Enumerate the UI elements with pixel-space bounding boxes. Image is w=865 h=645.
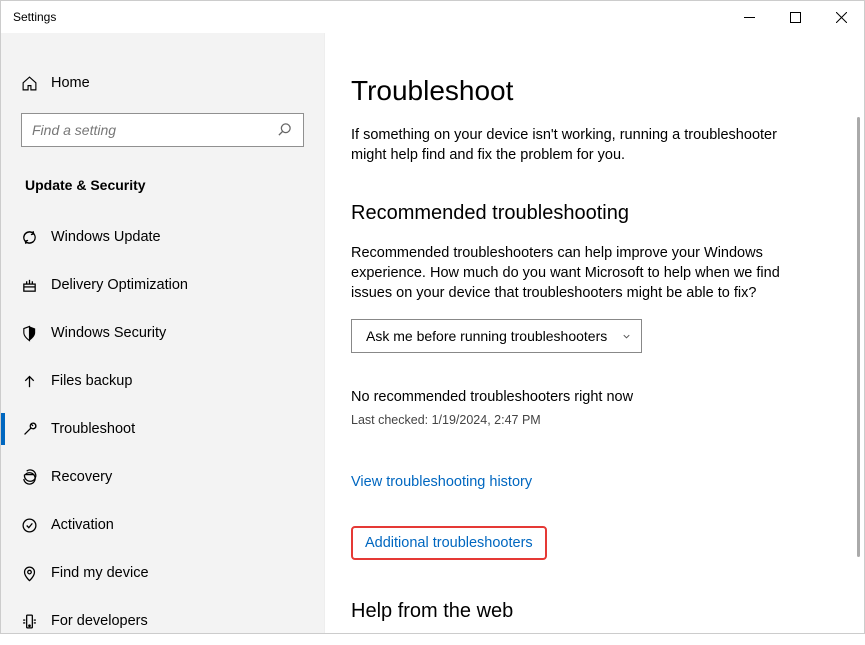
sync-icon <box>21 229 51 246</box>
chevron-down-icon <box>621 331 631 341</box>
backup-icon <box>21 373 51 390</box>
home-button[interactable]: Home <box>1 63 324 103</box>
sidebar-item-label: For developers <box>51 613 148 629</box>
sidebar-item-windows-update[interactable]: Windows Update <box>1 213 324 261</box>
sidebar-item-activation[interactable]: Activation <box>1 501 324 549</box>
window-titlebar: Settings <box>1 1 864 33</box>
search-box[interactable] <box>21 113 304 147</box>
dropdown-value: Ask me before running troubleshooters <box>366 328 607 344</box>
minimize-icon <box>744 12 755 23</box>
sidebar-item-delivery-optimization[interactable]: Delivery Optimization <box>1 261 324 309</box>
location-icon <box>21 565 51 582</box>
page-description: If something on your device isn't workin… <box>351 125 791 166</box>
close-button[interactable] <box>818 1 864 33</box>
developers-icon <box>21 613 51 630</box>
check-circle-icon <box>21 517 51 534</box>
sidebar-item-windows-security[interactable]: Windows Security <box>1 309 324 357</box>
last-checked-text: Last checked: 1/19/2024, 2:47 PM <box>351 413 834 427</box>
troubleshoot-preference-dropdown[interactable]: Ask me before running troubleshooters <box>351 319 642 353</box>
help-heading: Help from the web <box>351 600 834 623</box>
sidebar-item-files-backup[interactable]: Files backup <box>1 357 324 405</box>
close-icon <box>836 12 847 23</box>
sidebar: Home Update & Security Windows Update De… <box>1 33 325 633</box>
scrollbar[interactable] <box>857 117 860 557</box>
view-history-link[interactable]: View troubleshooting history <box>351 474 532 490</box>
sidebar-item-recovery[interactable]: Recovery <box>1 453 324 501</box>
recommended-status: No recommended troubleshooters right now <box>351 389 834 405</box>
recommended-heading: Recommended troubleshooting <box>351 202 834 225</box>
recommended-description: Recommended troubleshooters can help imp… <box>351 243 791 304</box>
maximize-icon <box>790 12 801 23</box>
home-label: Home <box>51 75 90 91</box>
sidebar-item-find-my-device[interactable]: Find my device <box>1 549 324 597</box>
sidebar-item-label: Windows Security <box>51 325 166 341</box>
sidebar-item-label: Delivery Optimization <box>51 277 188 293</box>
maximize-button[interactable] <box>772 1 818 33</box>
sidebar-item-troubleshoot[interactable]: Troubleshoot <box>1 405 324 453</box>
recovery-icon <box>21 469 51 486</box>
home-icon <box>21 75 51 92</box>
delivery-icon <box>21 277 51 294</box>
sidebar-item-label: Files backup <box>51 373 132 389</box>
highlight-annotation: Additional troubleshooters <box>351 526 547 560</box>
page-title: Troubleshoot <box>351 75 834 107</box>
shield-icon <box>21 325 51 342</box>
search-input[interactable] <box>32 122 277 138</box>
sidebar-item-label: Find my device <box>51 565 149 581</box>
search-icon <box>277 122 293 138</box>
sidebar-item-label: Windows Update <box>51 229 161 245</box>
window-controls <box>726 1 864 33</box>
additional-troubleshooters-link[interactable]: Additional troubleshooters <box>365 535 533 551</box>
sidebar-item-label: Activation <box>51 517 114 533</box>
sidebar-item-label: Troubleshoot <box>51 421 135 437</box>
wrench-icon <box>21 421 51 438</box>
window-title: Settings <box>13 10 726 24</box>
main-content: Troubleshoot If something on your device… <box>325 33 864 633</box>
sidebar-item-for-developers[interactable]: For developers <box>1 597 324 645</box>
minimize-button[interactable] <box>726 1 772 33</box>
category-header: Update & Security <box>1 177 324 213</box>
sidebar-item-label: Recovery <box>51 469 112 485</box>
